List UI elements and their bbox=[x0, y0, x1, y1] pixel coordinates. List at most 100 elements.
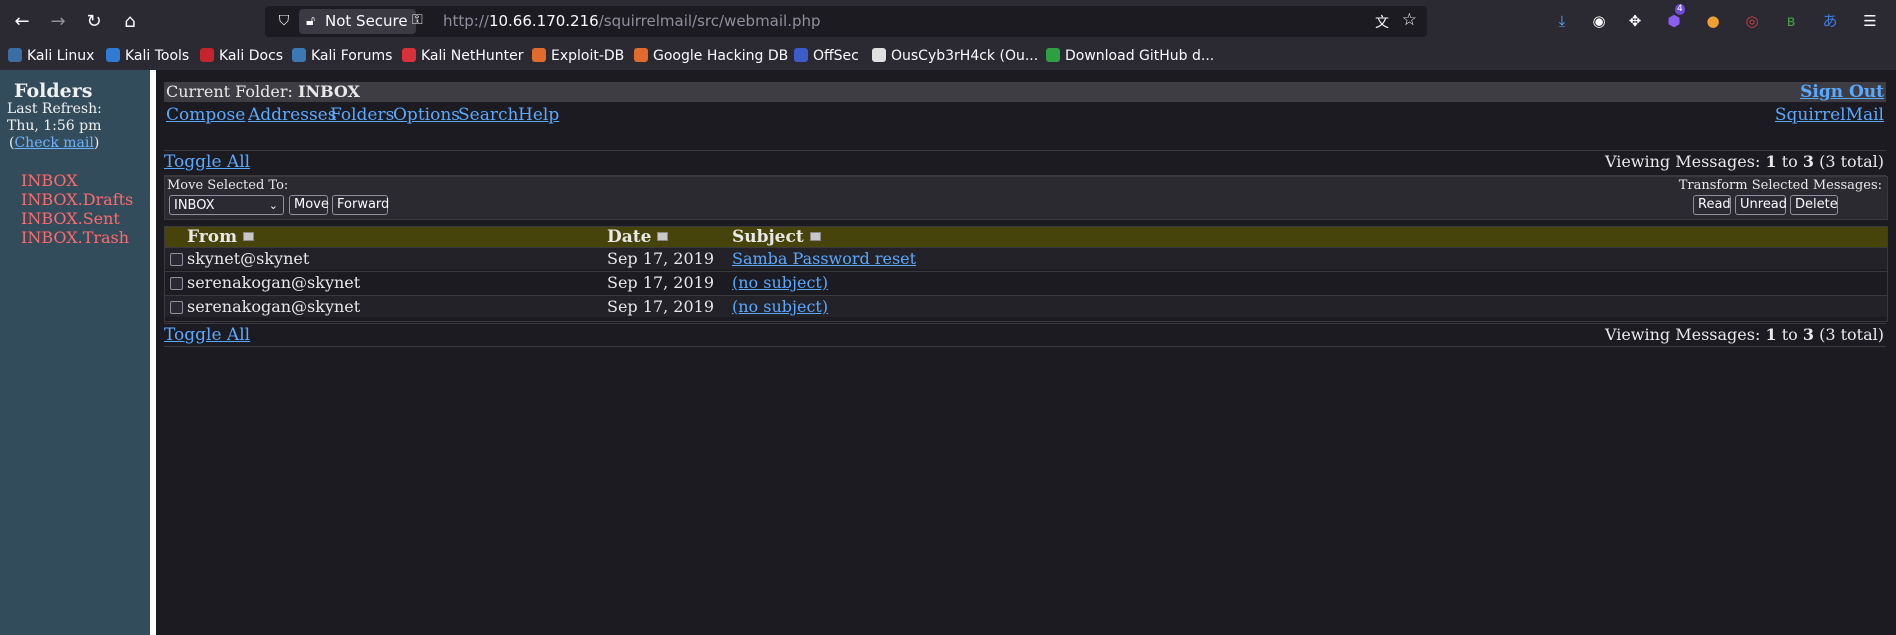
folder-inbox[interactable]: INBOX bbox=[21, 171, 78, 190]
downloads-icon[interactable]: ⤓ bbox=[1551, 10, 1573, 32]
menu-options[interactable]: Options bbox=[393, 104, 460, 126]
current-folder-bar: Current Folder: INBOX Sign Out bbox=[164, 82, 1886, 102]
browser-toolbar: ← → ↻ ⌂ ⛉ 🔓︎ Not Secure ⚿ http://10.66.1… bbox=[0, 0, 1896, 43]
column-date-label: Date bbox=[607, 227, 652, 247]
sort-icon[interactable] bbox=[809, 232, 821, 241]
bookmark-favicon-icon bbox=[8, 48, 22, 62]
move-button[interactable]: Move bbox=[289, 195, 329, 215]
check-mail-link[interactable]: Check mail bbox=[14, 135, 93, 151]
table-row: serenakogan@skynet Sep 17, 2019 (no subj… bbox=[165, 271, 1887, 293]
reload-icon[interactable]: ↻ bbox=[82, 10, 106, 34]
back-icon[interactable]: ← bbox=[10, 10, 34, 34]
bookmark-item[interactable]: Kali Tools bbox=[106, 45, 189, 67]
folder-trash[interactable]: INBOX.Trash bbox=[21, 228, 129, 247]
bookmark-label: Kali NetHunter bbox=[421, 48, 524, 64]
url-bar[interactable]: ⛉ 🔓︎ Not Secure ⚿ http://10.66.170.216/s… bbox=[265, 6, 1427, 37]
bookmark-star-icon[interactable]: ☆ bbox=[1402, 10, 1417, 30]
folder-sent[interactable]: INBOX.Sent bbox=[21, 209, 120, 228]
message-checkbox[interactable] bbox=[170, 277, 183, 290]
squirrelmail-link[interactable]: SquirrelMail bbox=[1775, 104, 1884, 126]
message-subject-link[interactable]: Samba Password reset bbox=[732, 249, 916, 268]
column-subject[interactable]: Subject bbox=[732, 227, 821, 247]
bookmark-item[interactable]: OusCyb3rH4ck (Ou... bbox=[872, 45, 1038, 67]
bookmark-item[interactable]: Kali Linux bbox=[8, 45, 94, 67]
toggle-all-link-bottom[interactable]: Toggle All bbox=[164, 324, 250, 346]
message-checkbox[interactable] bbox=[170, 301, 183, 314]
delete-button[interactable]: Delete bbox=[1790, 195, 1838, 215]
current-folder-text: Current Folder: INBOX bbox=[166, 82, 360, 102]
bookmark-label: Exploit-DB bbox=[551, 48, 625, 64]
bookmark-item[interactable]: Download GitHub d... bbox=[1046, 45, 1214, 67]
account-icon[interactable]: ◉ bbox=[1588, 10, 1610, 32]
bookmark-label: Kali Linux bbox=[27, 48, 95, 64]
not-secure-badge[interactable]: 🔓︎ Not Secure bbox=[299, 9, 416, 34]
extension-badge: 4 bbox=[1675, 4, 1685, 15]
column-date[interactable]: Date bbox=[607, 227, 669, 247]
key-icon[interactable]: ⚿ bbox=[412, 12, 423, 28]
menu-folders[interactable]: Folders bbox=[330, 104, 394, 126]
insecure-lock-icon: 🔓︎ bbox=[306, 13, 316, 29]
extensions-icon[interactable]: ✥ bbox=[1624, 10, 1646, 32]
bookmark-favicon-icon bbox=[106, 48, 120, 62]
move-folder-value: INBOX bbox=[174, 198, 215, 213]
message-subject-link[interactable]: (no subject) bbox=[732, 297, 828, 316]
move-folder-select[interactable]: INBOX ⌄ bbox=[169, 195, 284, 215]
sign-out-link[interactable]: Sign Out bbox=[1800, 82, 1884, 102]
read-button[interactable]: Read bbox=[1693, 195, 1731, 215]
url-host: 10.66.170.216 bbox=[488, 12, 599, 30]
extension-shield-icon[interactable]: ⬢ 4 bbox=[1663, 4, 1685, 32]
bookmark-label: Google Hacking DB bbox=[653, 48, 789, 64]
toggle-bar-bottom: Toggle All Viewing Messages: 1 to 3 (3 t… bbox=[164, 323, 1886, 347]
menu-addresses[interactable]: Addresses bbox=[248, 104, 336, 126]
bookmark-favicon-icon bbox=[872, 48, 886, 62]
menu-search[interactable]: Search bbox=[458, 104, 518, 126]
mail-menu: Compose Addresses Folders Options Search… bbox=[164, 104, 1886, 126]
message-rows: skynet@skynet Sep 17, 2019 Samba Passwor… bbox=[165, 247, 1887, 319]
viewing-total: (3 total) bbox=[1819, 152, 1884, 171]
unread-button[interactable]: Unread bbox=[1735, 195, 1787, 215]
bookmark-label: Kali Docs bbox=[219, 48, 284, 64]
bookmark-item[interactable]: Kali Forums bbox=[292, 45, 392, 67]
current-folder-name: INBOX bbox=[297, 82, 360, 101]
forward-button[interactable]: Forward bbox=[332, 195, 389, 215]
message-subject: (no subject) bbox=[732, 272, 828, 293]
menu-icon[interactable]: ☰ bbox=[1859, 10, 1881, 32]
forward-icon[interactable]: → bbox=[46, 10, 70, 34]
cookie-extension-icon[interactable]: ● bbox=[1702, 10, 1724, 32]
bw-extension-icon[interactable]: ʙ bbox=[1780, 10, 1802, 32]
viewing-from: 1 bbox=[1765, 325, 1777, 344]
home-icon[interactable]: ⌂ bbox=[118, 10, 142, 34]
message-date: Sep 17, 2019 bbox=[607, 273, 715, 292]
bookmark-item[interactable]: Kali NetHunter bbox=[402, 45, 523, 67]
viewing-from: 1 bbox=[1765, 152, 1777, 171]
message-subject: Samba Password reset bbox=[732, 248, 916, 269]
bookmark-item[interactable]: OffSec bbox=[794, 45, 859, 67]
toggle-all-link-top[interactable]: Toggle All bbox=[164, 151, 250, 173]
translate-extension-icon[interactable]: あ bbox=[1819, 10, 1841, 32]
bookmark-item[interactable]: Kali Docs bbox=[200, 45, 283, 67]
current-folder-label: Current Folder: bbox=[166, 82, 293, 101]
tracking-shield-icon[interactable]: ⛉ bbox=[275, 12, 293, 30]
menu-compose[interactable]: Compose bbox=[166, 104, 245, 126]
bookmark-item[interactable]: Google Hacking DB bbox=[634, 45, 788, 67]
bookmark-label: Kali Forums bbox=[311, 48, 393, 64]
folder-sidebar: Folders Last Refresh: Thu, 1:56 pm (Chec… bbox=[0, 70, 150, 635]
spy-extension-icon[interactable]: ◎ bbox=[1741, 10, 1763, 32]
toggle-bar-top: Toggle All Viewing Messages: 1 to 3 (3 t… bbox=[164, 150, 1886, 176]
sort-icon[interactable] bbox=[657, 232, 669, 241]
message-subject-link[interactable]: (no subject) bbox=[732, 273, 828, 292]
folder-drafts[interactable]: INBOX.Drafts bbox=[21, 190, 133, 209]
bookmark-favicon-icon bbox=[1046, 48, 1060, 62]
bookmark-label: OusCyb3rH4ck (Ou... bbox=[891, 48, 1039, 64]
bookmark-item[interactable]: Exploit-DB bbox=[532, 45, 624, 67]
bookmark-favicon-icon bbox=[200, 48, 214, 62]
sort-icon[interactable] bbox=[243, 232, 255, 241]
viewing-prefix: Viewing Messages: bbox=[1604, 325, 1761, 344]
column-from[interactable]: From bbox=[187, 227, 255, 247]
translate-icon[interactable]: 文 bbox=[1375, 12, 1389, 32]
bookmark-favicon-icon bbox=[794, 48, 808, 62]
menu-help[interactable]: Help bbox=[518, 104, 559, 126]
url-text[interactable]: http://10.66.170.216/squirrelmail/src/we… bbox=[443, 6, 821, 37]
bookmark-favicon-icon bbox=[402, 48, 416, 62]
message-checkbox[interactable] bbox=[170, 253, 183, 266]
